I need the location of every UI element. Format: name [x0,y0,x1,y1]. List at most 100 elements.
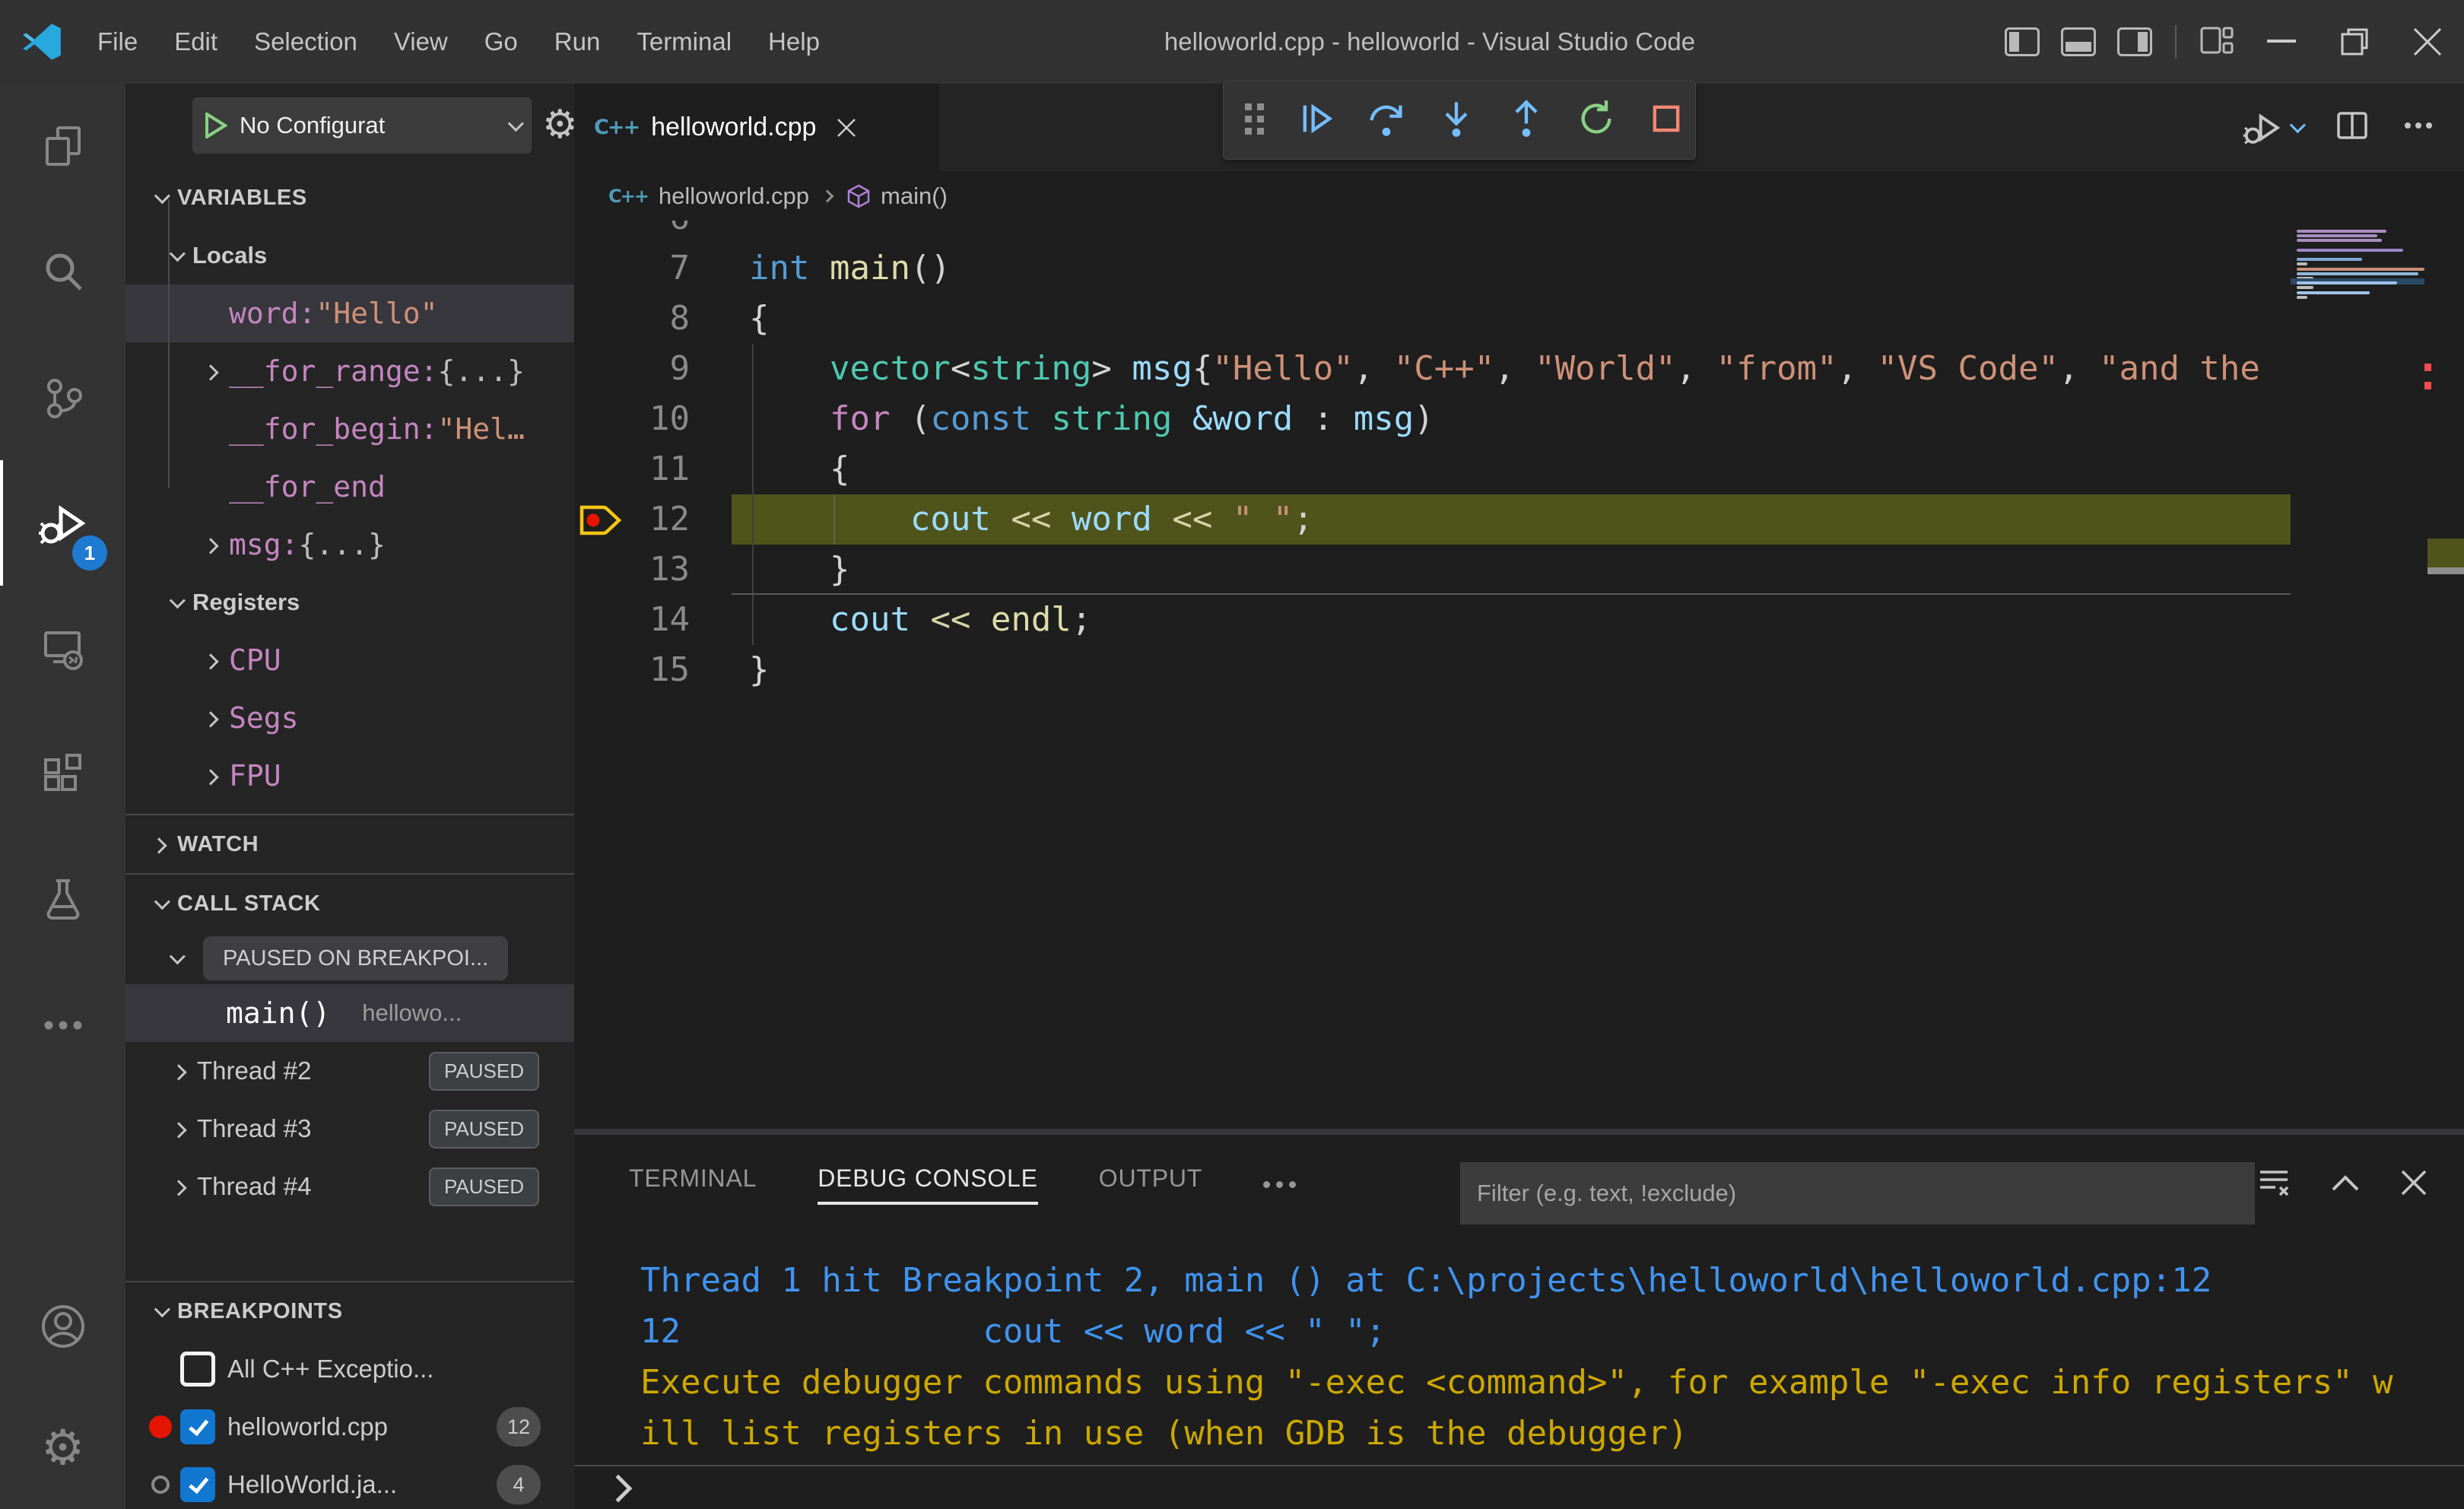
panel-resize-sash[interactable] [574,1129,2464,1135]
menu-edit[interactable]: Edit [156,0,236,84]
run-and-debug-icon[interactable]: 1 [0,460,125,586]
close-window-button[interactable] [2391,0,2464,84]
code-line-9[interactable]: 9 vector<string> msg{"Hello", "C++", "Wo… [574,344,2291,394]
code-line-13[interactable]: 13 } [574,545,2291,595]
callstack-session-row[interactable]: PAUSED ON BREAKPOI... [125,932,574,984]
step-into-button[interactable] [1437,99,1476,142]
account-icon[interactable] [0,1266,125,1387]
callstack-row-0[interactable]: main() hellowo... [125,984,574,1042]
extensions-icon[interactable] [0,711,125,837]
section-header-watch[interactable]: WATCH [125,815,574,873]
clear-console-icon[interactable] [2257,1166,2291,1203]
section-header-call-stack[interactable]: CALL STACK [125,875,574,932]
more-views-icon[interactable] [0,962,125,1088]
step-out-button[interactable] [1507,99,1546,142]
code-line-10[interactable]: 10 for (const string &word : msg) [574,394,2291,444]
minimap[interactable] [2291,221,2424,1129]
restart-button[interactable] [1577,99,1616,142]
title-bar: File Edit Selection View Go Run Terminal Help h… [0,0,2464,84]
breakpoint-checkbox[interactable] [180,1467,215,1502]
scope-registers[interactable]: Registers [125,573,574,631]
menu-file[interactable]: File [79,0,156,84]
thread-status-badge: PAUSED [429,1051,539,1091]
menu-help[interactable]: Help [750,0,838,84]
explorer-icon[interactable] [0,84,125,209]
variable-row-__for_end[interactable]: __for_end [125,458,574,516]
code-line-11[interactable]: 11 { [574,444,2291,494]
variable-row-__for_begin[interactable]: __for_begin: "Hel… [125,400,574,458]
minimap-code-row [2297,258,2362,262]
variable-value: {...} [298,528,386,561]
breakpoint-checkbox[interactable] [180,1409,215,1444]
toggle-secondary-sidebar-icon[interactable] [2117,27,2152,56]
panel-tab-terminal[interactable]: TERMINAL [629,1164,757,1205]
menu-view[interactable]: View [376,0,466,84]
breakpoint-checkbox[interactable] [180,1352,215,1387]
debug-configuration-select[interactable]: No Configurat [192,97,532,154]
code-line-6[interactable]: 6 [574,221,2291,243]
stop-button[interactable] [1646,99,1686,142]
code-line-14[interactable]: 14 cout << endl; [574,595,2291,645]
split-editor-icon[interactable] [2335,108,2370,147]
menu-selection[interactable]: Selection [236,0,376,84]
variable-row-word[interactable]: word: "Hello" [125,284,574,342]
breakpoint-row-1[interactable]: helloworld.cpp 12 [125,1398,574,1456]
testing-icon[interactable] [0,837,125,962]
step-over-button[interactable] [1367,99,1406,142]
menu-go[interactable]: Go [466,0,536,84]
toggle-panel-icon[interactable] [2061,27,2096,56]
variable-row-Segs[interactable]: Segs [125,689,574,747]
code-line-12[interactable]: 12 cout << word << " "; [574,494,2291,545]
minimap-code-row [2297,262,2307,266]
scope-locals[interactable]: Locals [125,227,574,284]
section-label: VARIABLES [177,185,307,210]
run-dropdown-chevron-icon[interactable] [2289,117,2306,134]
tab-close-icon[interactable] [836,117,857,138]
variable-row-CPU[interactable]: CPU [125,631,574,689]
code-text: vector<string> msg{"Hello", "C++", "Worl… [829,349,2260,388]
close-panel-icon[interactable] [2400,1169,2427,1200]
callstack-row-1[interactable]: Thread #2 PAUSED [125,1042,574,1100]
breakpoint-row-2[interactable]: HelloWorld.ja... 4 [125,1456,574,1509]
tab-helloworld-cpp[interactable]: C++ helloworld.cpp [574,84,939,171]
source-control-icon[interactable] [0,335,125,460]
drag-handle-icon[interactable] [1243,100,1266,141]
breakpoint-row-0[interactable]: All C++ Exceptio... [125,1340,574,1398]
callstack-row-3[interactable]: Thread #4 PAUSED [125,1158,574,1215]
customize-layout-icon[interactable] [2199,25,2234,59]
minimize-button[interactable] [2245,0,2318,84]
breadcrumb-file[interactable]: helloworld.cpp [659,183,809,210]
callstack-row-2[interactable]: Thread #3 PAUSED [125,1100,574,1158]
breadcrumb-symbol[interactable]: main() [881,183,948,210]
section-header-variables[interactable]: VARIABLES [125,169,574,227]
restore-button[interactable] [2318,0,2391,84]
panel-tab-debug-console[interactable]: DEBUG CONSOLE [818,1164,1038,1205]
variable-row-__for_range[interactable]: __for_range: {...} [125,342,574,400]
settings-gear-icon[interactable]: ⚙ [0,1387,125,1509]
overview-ruler[interactable] [2424,221,2464,1129]
remote-explorer-icon[interactable] [0,586,125,711]
run-or-debug-button[interactable] [2243,108,2306,148]
section-header-breakpoints[interactable]: BREAKPOINTS [125,1282,574,1340]
maximize-panel-icon[interactable] [2330,1173,2361,1196]
overview-debug-line-marker [2427,538,2464,567]
variable-row-FPU[interactable]: FPU [125,747,574,805]
more-actions-icon[interactable] [2403,110,2434,145]
debug-settings-gear-icon[interactable]: ⚙ [542,102,574,148]
panel-more-tabs-icon[interactable] [1263,1180,1297,1188]
console-prompt-icon[interactable] [604,1474,633,1503]
console-filter-input[interactable] [1460,1162,2255,1225]
thread-label: Thread #3 [197,1114,312,1142]
code-editor[interactable]: 67int main()8{9 vector<string> msg{"Hell… [574,221,2291,1129]
toggle-sidebar-icon[interactable] [2005,27,2040,56]
code-line-8[interactable]: 8{ [574,294,2291,344]
continue-button[interactable] [1297,99,1336,142]
code-line-15[interactable]: 15} [574,645,2291,695]
panel-tab-output[interactable]: OUTPUT [1099,1164,1202,1205]
menu-terminal[interactable]: Terminal [618,0,750,84]
variable-row-msg[interactable]: msg: {...} [125,516,574,573]
breakpoint-paused-icon[interactable] [577,498,624,546]
menu-run[interactable]: Run [536,0,619,84]
code-line-7[interactable]: 7 int main() [574,243,2291,294]
search-icon[interactable] [0,209,125,335]
